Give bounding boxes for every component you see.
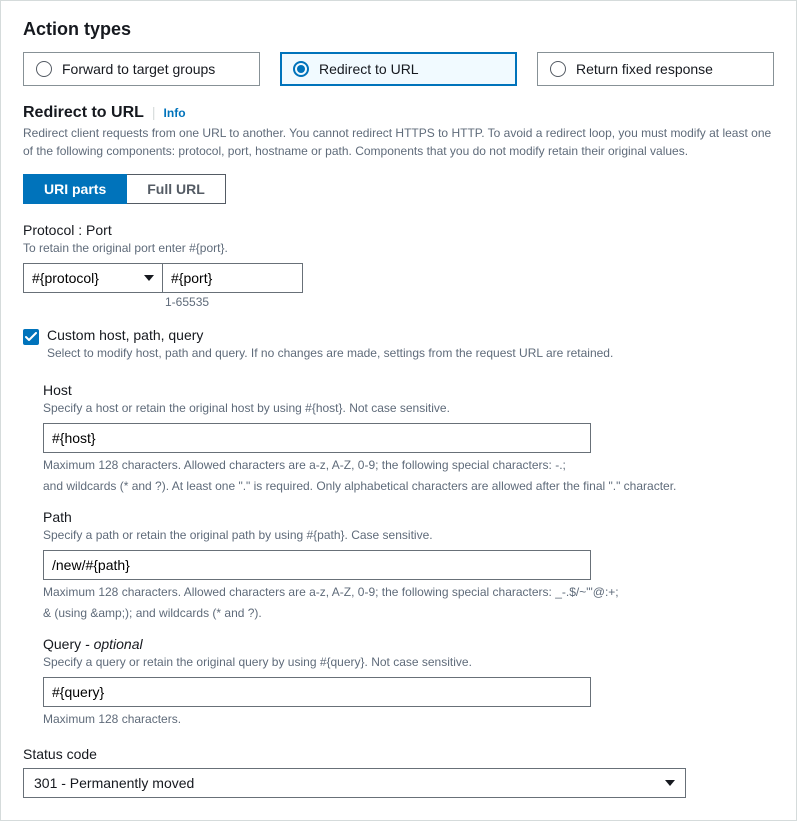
tab-uri-parts[interactable]: URI parts bbox=[23, 174, 127, 204]
host-hint: Specify a host or retain the original ho… bbox=[43, 400, 774, 417]
path-constraint-b: & (using &amp;); and wildcards (* and ?)… bbox=[43, 605, 774, 622]
path-constraint-a: Maximum 128 characters. Allowed characte… bbox=[43, 584, 774, 601]
protocol-select-value[interactable] bbox=[24, 264, 162, 292]
host-input[interactable] bbox=[43, 423, 591, 453]
tab-full-url[interactable]: Full URL bbox=[127, 174, 226, 204]
port-input-wrap bbox=[163, 263, 303, 293]
status-code-select[interactable]: 301 - Permanently moved bbox=[23, 768, 686, 798]
query-label-text: Query bbox=[43, 636, 81, 652]
path-hint: Specify a path or retain the original pa… bbox=[43, 527, 774, 544]
status-code-label: Status code bbox=[23, 746, 774, 762]
path-label: Path bbox=[43, 509, 774, 525]
info-link[interactable]: Info bbox=[164, 106, 186, 120]
radio-icon bbox=[293, 61, 309, 77]
action-label: Forward to target groups bbox=[62, 61, 215, 77]
query-input[interactable] bbox=[43, 677, 591, 707]
custom-hint: Select to modify host, path and query. I… bbox=[47, 345, 613, 362]
action-label: Redirect to URL bbox=[319, 61, 419, 77]
action-types-group: Forward to target groups Redirect to URL… bbox=[23, 52, 774, 86]
chevron-down-icon bbox=[665, 780, 675, 786]
protocol-port-hint: To retain the original port enter #{port… bbox=[23, 240, 774, 257]
action-tile-redirect[interactable]: Redirect to URL bbox=[280, 52, 517, 86]
action-label: Return fixed response bbox=[576, 61, 713, 77]
page-title: Action types bbox=[23, 19, 774, 40]
port-input[interactable] bbox=[163, 264, 302, 292]
radio-icon bbox=[550, 61, 566, 77]
host-constraint-a: Maximum 128 characters. Allowed characte… bbox=[43, 457, 774, 474]
protocol-select[interactable] bbox=[23, 263, 163, 293]
host-label: Host bbox=[43, 382, 774, 398]
host-constraint-b: and wildcards (* and ?). At least one ".… bbox=[43, 478, 774, 495]
port-range-hint: 1-65535 bbox=[165, 295, 774, 309]
status-code-value: 301 - Permanently moved bbox=[34, 775, 194, 791]
query-hint: Specify a query or retain the original q… bbox=[43, 654, 774, 671]
custom-label: Custom host, path, query bbox=[47, 327, 613, 343]
action-types-panel: Action types Forward to target groups Re… bbox=[0, 0, 797, 821]
action-tile-fixed-response[interactable]: Return fixed response bbox=[537, 52, 774, 86]
query-optional: - optional bbox=[85, 636, 143, 652]
query-constraint: Maximum 128 characters. bbox=[43, 711, 774, 728]
divider: | bbox=[152, 104, 156, 120]
redirect-description: Redirect client requests from one URL to… bbox=[23, 124, 774, 160]
redirect-title: Redirect to URL bbox=[23, 104, 144, 122]
query-label: Query - optional bbox=[43, 636, 774, 652]
path-input[interactable] bbox=[43, 550, 591, 580]
custom-checkbox[interactable] bbox=[23, 329, 39, 345]
action-tile-forward[interactable]: Forward to target groups bbox=[23, 52, 260, 86]
protocol-port-label: Protocol : Port bbox=[23, 222, 774, 238]
radio-icon bbox=[36, 61, 52, 77]
uri-mode-segmented: URI parts Full URL bbox=[23, 174, 774, 204]
